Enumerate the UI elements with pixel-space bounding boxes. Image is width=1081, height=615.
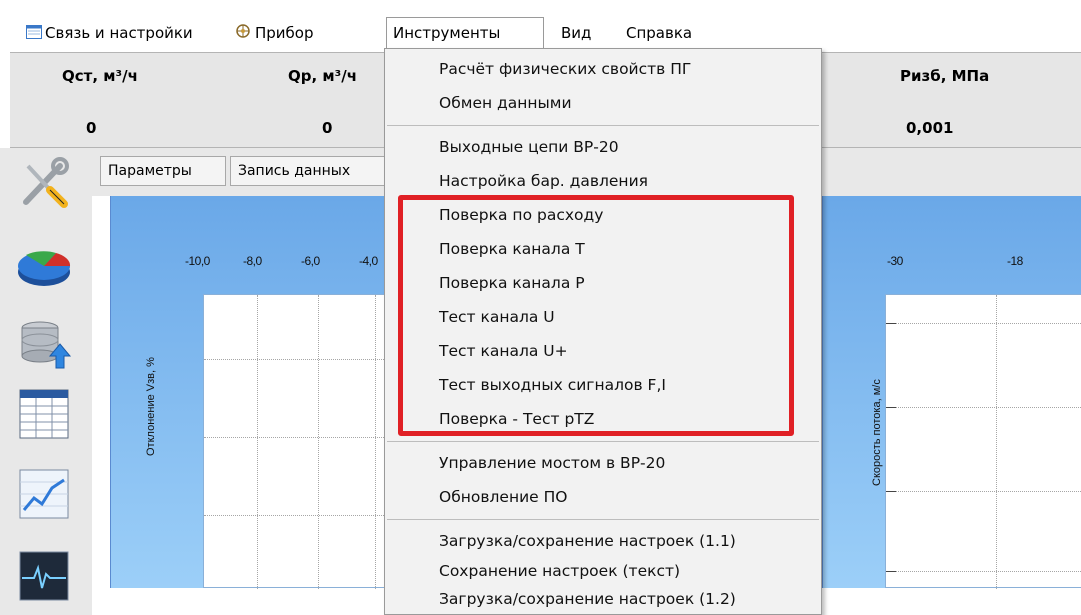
- table-icon[interactable]: [16, 386, 72, 442]
- menu-help-label: Справка: [626, 24, 693, 42]
- menu-item-data-exchange[interactable]: Обмен данными: [439, 87, 572, 119]
- chart-deviation-plot-area: [203, 294, 402, 589]
- tab-data-recording-label: Запись данных: [238, 163, 351, 179]
- tab-data-recording[interactable]: Запись данных: [230, 156, 390, 186]
- measure-label-qr: Qр, м³/ч: [288, 67, 358, 85]
- menu-item-load-save-settings-1-1[interactable]: Загрузка/сохранение настроек (1.1): [439, 525, 736, 557]
- x-tick-label: -8,0: [243, 254, 262, 268]
- gridline: [257, 295, 258, 589]
- menu-connection-settings-label: Связь и настройки: [45, 24, 193, 42]
- menu-bar: Связь и настройки Прибор Инструменты Вид…: [0, 17, 1081, 48]
- x-tick-label: -18: [1007, 254, 1023, 268]
- measure-value-qst: 0: [86, 119, 97, 137]
- menu-tools-label: Инструменты: [393, 24, 501, 42]
- menu-separator: [387, 441, 819, 442]
- tools-icon[interactable]: [16, 156, 72, 212]
- chart-flow-speed-plot-area: [885, 294, 1081, 589]
- y-tick: [886, 323, 896, 324]
- menu-item-bridge-control[interactable]: Управление мостом в ВР-20: [439, 447, 665, 479]
- menu-separator: [387, 125, 819, 126]
- gridline: [318, 295, 319, 589]
- menu-item-gas-properties[interactable]: Расчёт физических свойств ПГ: [439, 53, 691, 85]
- menu-tools[interactable]: Инструменты: [386, 17, 544, 48]
- menu-view[interactable]: Вид: [555, 18, 597, 48]
- waveform-icon[interactable]: [16, 548, 72, 604]
- x-tick-label: -10,0: [185, 254, 210, 268]
- measure-label-pizb: Ризб, МПа: [900, 67, 990, 85]
- measure-value-pizb: 0,001: [906, 119, 954, 137]
- gridline: [375, 295, 376, 589]
- y-axis-title: Отклонение Vзв, %: [145, 357, 157, 456]
- window-icon: [26, 19, 42, 49]
- gridline: [886, 491, 1081, 492]
- tab-parameters[interactable]: Параметры: [100, 156, 226, 186]
- x-tick-label: -30: [887, 254, 903, 268]
- x-tick-label: -4,0: [359, 254, 378, 268]
- menu-item-software-update[interactable]: Обновление ПО: [439, 481, 567, 513]
- menu-view-label: Вид: [561, 24, 592, 42]
- database-upload-icon[interactable]: [16, 316, 72, 372]
- gridline: [204, 359, 402, 360]
- measure-value-qr: 0: [322, 119, 333, 137]
- measure-label-qst: Qст, м³/ч: [62, 67, 138, 85]
- menu-help[interactable]: Справка: [620, 18, 698, 48]
- menu-item-load-save-settings-1-2[interactable]: Загрузка/сохранение настроек (1.2): [439, 583, 736, 615]
- highlight-box: [398, 195, 794, 436]
- menu-device[interactable]: Прибор: [228, 18, 320, 48]
- y-tick: [886, 491, 896, 492]
- gridline: [204, 515, 402, 516]
- left-toolbar: [0, 148, 92, 615]
- gridline: [886, 407, 1081, 408]
- tab-parameters-label: Параметры: [108, 163, 192, 179]
- x-tick-label: -6,0: [301, 254, 320, 268]
- y-tick: [886, 407, 896, 408]
- menu-item-output-circuits[interactable]: Выходные цепи ВР-20: [439, 131, 619, 163]
- gridline: [886, 323, 1081, 324]
- line-chart-icon[interactable]: [16, 466, 72, 522]
- chart-deviation: -10,0 -8,0 -6,0 -4,0 Отклонение Vзв, %: [110, 196, 402, 589]
- y-tick: [886, 571, 896, 572]
- menu-device-label: Прибор: [255, 24, 314, 42]
- chart-flow-speed: -30 -18 Скорость потока, м/с: [822, 196, 1081, 589]
- gridline: [204, 437, 402, 438]
- gridline: [886, 571, 1081, 572]
- y-axis-title: Скорость потока, м/с: [871, 379, 883, 486]
- device-icon: [234, 19, 252, 49]
- gridline: [996, 295, 997, 589]
- menu-item-baro-pressure[interactable]: Настройка бар. давления: [439, 165, 648, 197]
- menu-connection-settings[interactable]: Связь и настройки: [20, 18, 199, 48]
- pie-chart-icon[interactable]: [16, 238, 72, 294]
- menu-separator: [387, 519, 819, 520]
